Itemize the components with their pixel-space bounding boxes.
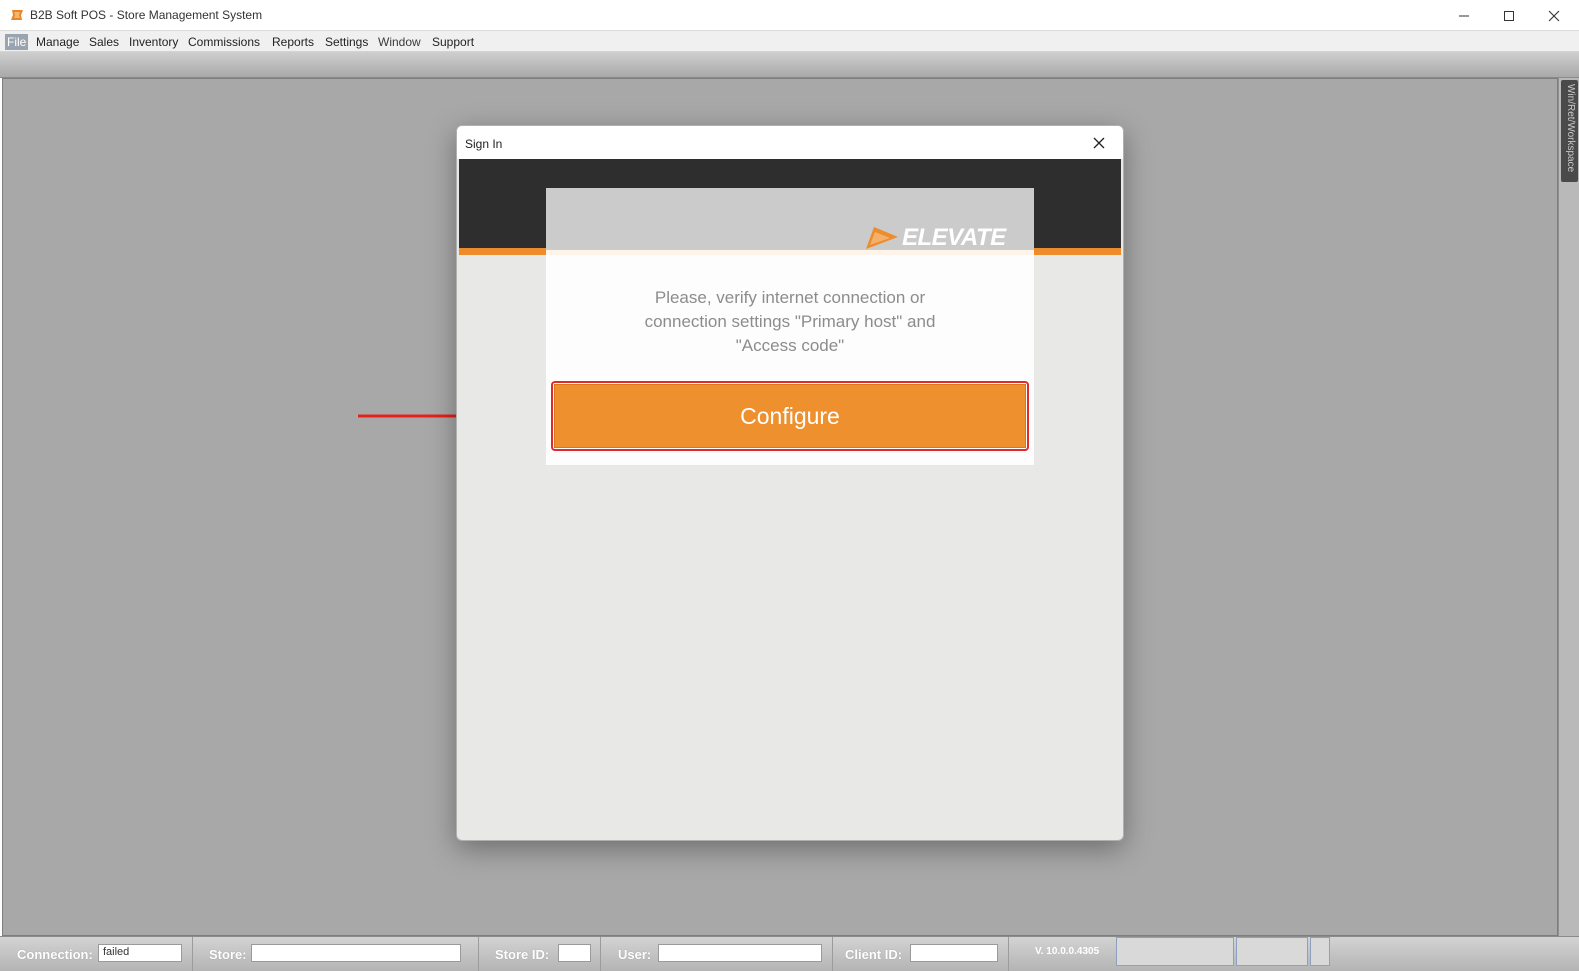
store-id-label: Store ID: xyxy=(495,947,550,962)
status-separator xyxy=(600,937,601,971)
close-icon xyxy=(1093,137,1105,149)
status-panel-2 xyxy=(1236,937,1308,966)
b2b-logo-icon xyxy=(11,10,23,20)
close-icon xyxy=(1548,10,1560,21)
menu-inventory[interactable]: Inventory xyxy=(129,35,178,49)
toolbar xyxy=(0,52,1579,78)
maximize-button[interactable] xyxy=(1486,0,1532,31)
user-label: User: xyxy=(618,947,652,962)
dialog-close-button[interactable] xyxy=(1085,132,1113,154)
minimize-button[interactable] xyxy=(1441,0,1487,31)
connection-status-field: failed xyxy=(98,944,182,962)
close-button[interactable] xyxy=(1531,0,1577,31)
title-bar: B2B Soft POS - Store Management System xyxy=(0,0,1579,31)
menu-bar: File Manage Sales Inventory Commissions … xyxy=(0,31,1579,52)
side-panel: Win/Ret/Workspace xyxy=(1558,78,1579,936)
client-id-label: Client ID: xyxy=(845,947,903,962)
menu-window[interactable]: Window xyxy=(378,35,421,49)
status-bar: Connection: failed Store: Store ID: User… xyxy=(0,936,1579,971)
menu-manage[interactable]: Manage xyxy=(36,35,79,49)
elevate-logo-icon xyxy=(866,227,898,249)
configure-button[interactable]: Configure xyxy=(554,384,1026,448)
menu-file[interactable]: File xyxy=(5,34,29,50)
side-panel-tab[interactable]: Win/Ret/Workspace xyxy=(1561,80,1578,182)
user-field xyxy=(658,944,822,962)
menu-sales[interactable]: Sales xyxy=(89,35,119,49)
version-label: V. 10.0.0.4305 xyxy=(1035,946,1100,957)
status-panel-1 xyxy=(1116,937,1234,966)
menu-support[interactable]: Support xyxy=(432,35,474,49)
store-id-field xyxy=(558,944,591,962)
elevate-logo: ELEVATE xyxy=(864,224,1006,252)
status-panel-3 xyxy=(1310,937,1330,966)
store-field xyxy=(251,944,461,962)
dialog-title: Sign In xyxy=(465,137,503,151)
dialog-header: Sign In xyxy=(457,126,1123,159)
sign-in-dialog: Sign In ELEVATE Please, verify internet … xyxy=(456,125,1124,841)
connection-label: Connection: xyxy=(17,947,93,962)
status-separator xyxy=(192,937,193,971)
window-title: B2B Soft POS - Store Management System xyxy=(30,8,263,22)
client-id-field xyxy=(910,944,998,962)
menu-commissions[interactable]: Commissions xyxy=(188,35,260,49)
status-separator xyxy=(1008,937,1009,971)
menu-settings[interactable]: Settings xyxy=(325,35,368,49)
store-label: Store: xyxy=(209,947,247,962)
maximize-icon xyxy=(1504,10,1514,21)
side-panel-tab-label: Win/Ret/Workspace xyxy=(1565,84,1576,173)
status-separator xyxy=(478,937,479,971)
connection-error-panel: ELEVATE Please, verify internet connecti… xyxy=(546,188,1034,465)
menu-reports[interactable]: Reports xyxy=(272,35,314,49)
logo-text: ELEVATE xyxy=(902,224,1006,251)
status-separator xyxy=(832,937,833,971)
minimize-icon xyxy=(1459,15,1469,16)
connection-error-message: Please, verify internet connection or co… xyxy=(644,288,936,355)
